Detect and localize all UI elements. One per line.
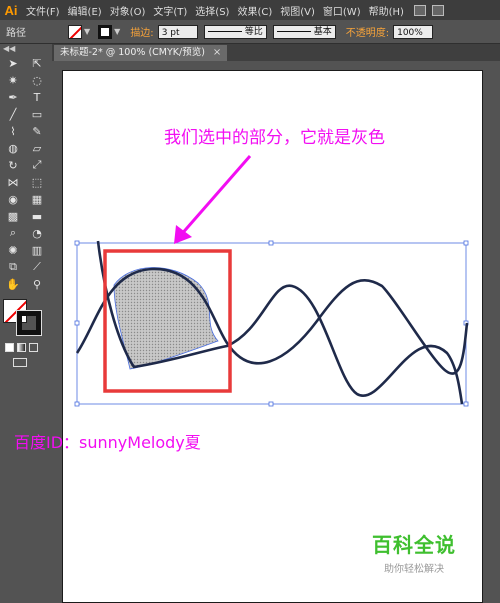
workspace-controls (413, 4, 444, 16)
rotate-tool-icon[interactable]: ↻ (3, 158, 23, 172)
profile-label: 等比 (244, 26, 263, 37)
blend-tool-icon[interactable]: ◔ (27, 226, 47, 240)
blob-brush-tool-icon[interactable]: ◍ (3, 141, 23, 155)
author-watermark: 百度ID：sunnyMelody夏 (14, 433, 201, 452)
screen-mode-icon[interactable] (13, 358, 27, 367)
fill-dropdown-icon[interactable]: ▼ (84, 27, 90, 36)
brush-label: 基本 (313, 26, 332, 37)
line-tool-icon[interactable]: ╱ (3, 107, 23, 121)
brush-definition-select[interactable]: 基本 (272, 24, 336, 39)
canvas-area[interactable]: 我们选中的部分，它就是灰色 百度ID：sunnyMelody夏 百科全说 助你轻… (14, 61, 500, 603)
color-mode-row (5, 343, 52, 352)
gradient-mode-icon[interactable] (17, 343, 26, 352)
arrow-line (178, 155, 252, 237)
menu-edit[interactable]: 编辑(E) (64, 3, 106, 18)
stroke-label[interactable]: 描边: (130, 24, 153, 39)
document-tab-title: 未标题-2* @ 100% (CMYK/预览) (60, 47, 205, 58)
screen-mode-row (5, 358, 52, 367)
scale-tool-icon[interactable]: ⤢ (27, 158, 47, 172)
gradient-tool-icon[interactable]: ▬ (27, 209, 47, 223)
close-tab-icon[interactable]: × (213, 45, 221, 61)
menu-bar: Ai 文件(F) 编辑(E) 对象(O) 文字(T) 选择(S) 效果(C) 视… (0, 0, 500, 20)
stroke-swatch[interactable] (98, 24, 113, 39)
zoom-tool-icon[interactable]: ⚲ (27, 277, 47, 291)
hand-tool-icon[interactable]: ✋ (3, 277, 23, 291)
symbol-sprayer-tool-icon[interactable]: ✺ (3, 243, 23, 257)
control-bar: 路径 ▼ ▼ 描边: 3 pt 等比 基本 不透明度: 100% (0, 20, 500, 44)
menu-object[interactable]: 对象(O) (106, 3, 150, 18)
lasso-tool-icon[interactable]: ◌ (27, 73, 47, 87)
document-tab-bar: 未标题-2* @ 100% (CMYK/预览) × (52, 44, 500, 61)
column-graph-tool-icon[interactable]: ▥ (27, 243, 47, 257)
color-mode-icon[interactable] (5, 343, 14, 352)
type-tool-icon[interactable]: T (27, 90, 47, 104)
width-tool-icon[interactable]: ⋈ (3, 175, 23, 189)
app-logo: Ai (4, 2, 18, 18)
menu-file[interactable]: 文件(F) (22, 3, 64, 18)
magic-wand-tool-icon[interactable]: ✷ (3, 73, 23, 87)
menu-window[interactable]: 窗口(W) (319, 3, 365, 18)
brush-line-icon (276, 31, 311, 32)
slice-tool-icon[interactable]: ⟋ (27, 260, 47, 274)
mesh-tool-icon[interactable]: ▩ (3, 209, 23, 223)
collapse-panel-icon[interactable]: ◀◀ (0, 44, 52, 56)
brand-logo: 百科全说 助你轻松解决 (364, 529, 464, 575)
opacity-input[interactable]: 100% (393, 24, 434, 39)
tools-panel: ◀◀ ➤ ⇱ ✷ ◌ ✒ T ╱ ▭ ⌇ ✎ ◍ ▱ ↻ ⤢ ⋈ ⬚ ◉ ▦ ▩… (0, 44, 52, 603)
menu-help[interactable]: 帮助(H) (365, 3, 408, 18)
shape-builder-tool-icon[interactable]: ◉ (3, 192, 23, 206)
paintbrush-tool-icon[interactable]: ⌇ (3, 124, 23, 138)
pen-tool-icon[interactable]: ✒ (3, 90, 23, 104)
perspective-tool-icon[interactable]: ▦ (27, 192, 47, 206)
illustrator-window: Ai 文件(F) 编辑(E) 对象(O) 文字(T) 选择(S) 效果(C) 视… (0, 0, 500, 603)
fill-stroke-swatches (3, 297, 47, 337)
direct-selection-tool-icon[interactable]: ⇱ (27, 56, 47, 70)
profile-line-icon (207, 31, 242, 32)
menu-type[interactable]: 文字(T) (149, 3, 191, 18)
menu-select[interactable]: 选择(S) (191, 3, 233, 18)
selected-gray-shape[interactable] (113, 267, 219, 370)
variable-width-profile-select[interactable]: 等比 (203, 24, 267, 39)
selection-tool-icon[interactable]: ➤ (3, 56, 23, 70)
opacity-label[interactable]: 不透明度: (346, 24, 389, 39)
brand-title: 百科全说 (372, 533, 456, 557)
brand-subtitle: 助你轻松解决 (384, 564, 444, 575)
menu-view[interactable]: 视图(V) (276, 3, 319, 18)
document-tab[interactable]: 未标题-2* @ 100% (CMYK/预览) × (54, 45, 228, 61)
artboard-tool-icon[interactable]: ⧉ (3, 260, 23, 274)
stroke-color-box[interactable] (17, 311, 41, 335)
rectangle-tool-icon[interactable]: ▭ (27, 107, 47, 121)
annotation-text: 我们选中的部分，它就是灰色 (164, 128, 385, 148)
free-transform-tool-icon[interactable]: ⬚ (27, 175, 47, 189)
stroke-dropdown-icon[interactable]: ▼ (114, 27, 120, 36)
eyedropper-tool-icon[interactable]: ⌕ (3, 226, 23, 240)
pencil-tool-icon[interactable]: ✎ (27, 124, 47, 138)
menu-effect[interactable]: 效果(C) (233, 3, 276, 18)
tool-grid: ➤ ⇱ ✷ ◌ ✒ T ╱ ▭ ⌇ ✎ ◍ ▱ ↻ ⤢ ⋈ ⬚ ◉ ▦ ▩ ▬ … (0, 56, 52, 291)
selected-object-type: 路径 (6, 28, 26, 39)
arrow-head-icon (174, 225, 192, 244)
bridge-icon[interactable] (413, 4, 426, 16)
arrange-documents-icon[interactable] (431, 4, 444, 16)
eraser-tool-icon[interactable]: ▱ (27, 141, 47, 155)
stroke-weight-input[interactable]: 3 pt (157, 24, 198, 39)
fill-swatch[interactable] (68, 24, 82, 39)
none-mode-icon[interactable] (29, 343, 38, 352)
